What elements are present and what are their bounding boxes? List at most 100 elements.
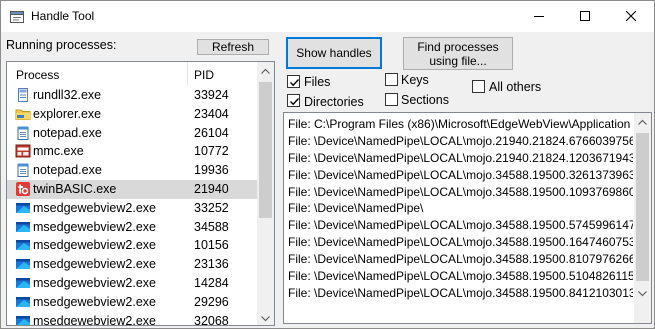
edge-webview-icon	[16, 259, 30, 270]
checkmark-icon	[290, 98, 300, 106]
process-pid: 29296	[194, 294, 229, 309]
directories-label: Directories	[304, 95, 364, 109]
handle-line[interactable]: File: \Device\NamedPipe\LOCAL\mojo.34588…	[288, 268, 633, 285]
edge-webview-icon	[16, 202, 30, 213]
maximize-button[interactable]	[562, 1, 608, 32]
close-icon	[626, 11, 636, 21]
find-processes-button[interactable]: Find processes using file...	[403, 37, 513, 70]
find-processes-label-line1: Find processes	[417, 40, 499, 54]
process-name: msedgewebview2.exe	[33, 238, 156, 253]
process-name: msedgewebview2.exe	[33, 200, 156, 215]
all-others-label: All others	[489, 80, 542, 94]
process-row[interactable]: msedgewebview2.exe 29296	[7, 293, 257, 312]
process-name: rundll32.exe	[33, 88, 102, 102]
process-name: msedgewebview2.exe	[33, 294, 156, 309]
process-pid: 10156	[194, 238, 229, 253]
edge-webview-icon	[16, 277, 30, 288]
title-bar[interactable]: Handle Tool	[1, 1, 654, 32]
files-checkbox[interactable]	[287, 75, 300, 88]
handle-line[interactable]: File: \Device\NamedPipe\LOCAL\mojo.34588…	[288, 184, 633, 201]
close-button[interactable]	[608, 1, 654, 32]
directories-checkbox[interactable]	[287, 94, 300, 107]
process-pid: 14284	[194, 275, 229, 290]
handle-tool-window: Handle Tool Running processes: Refresh P…	[0, 0, 655, 329]
process-list-scrollbar[interactable]	[257, 62, 274, 325]
column-header: Process PID	[7, 62, 257, 86]
handle-lines: File: C:\Program Files (x86)\Microsoft\E…	[288, 116, 633, 302]
process-pid: 33252	[194, 200, 229, 215]
handle-line[interactable]: File: \Device\NamedPipe\	[288, 200, 633, 217]
running-processes-label: Running processes:	[6, 38, 117, 52]
process-name: explorer.exe	[33, 106, 102, 121]
minimize-icon	[534, 16, 544, 17]
all-others-checkbox[interactable]	[472, 80, 485, 93]
handle-line[interactable]: File: \Device\NamedPipe\LOCAL\mojo.34588…	[288, 285, 633, 302]
sections-checkbox[interactable]	[385, 93, 398, 106]
process-list[interactable]: Process PID rundll32.exe 33924 explorer.ex…	[6, 61, 275, 326]
process-name: msedgewebview2.exe	[33, 257, 156, 272]
process-pid: 23136	[194, 257, 229, 272]
edge-webview-icon	[16, 221, 30, 232]
handle-line[interactable]: File: \Device\NamedPipe\LOCAL\mojo.34588…	[288, 217, 633, 234]
process-name: notepad.exe	[33, 125, 102, 140]
handle-line[interactable]: File: \Device\NamedPipe\LOCAL\mojo.21940…	[288, 133, 633, 150]
process-pid: 19936	[194, 163, 229, 178]
process-row[interactable]: twinBASIC.exe 21940	[7, 179, 257, 199]
process-pid: 34588	[194, 219, 229, 234]
scroll-down-icon[interactable]	[638, 289, 647, 298]
process-row[interactable]: mmc.exe 10772	[7, 142, 257, 161]
process-pid: 23404	[194, 106, 229, 121]
handle-line[interactable]: File: \Device\NamedPipe\LOCAL\mojo.21940…	[288, 150, 633, 167]
handle-line[interactable]: File: \Device\NamedPipe\LOCAL\mojo.34588…	[288, 234, 633, 251]
handle-line[interactable]: File: \Device\NamedPipe\LOCAL\mojo.34588…	[288, 251, 633, 268]
file-icon	[18, 88, 28, 102]
edge-webview-icon	[16, 315, 30, 325]
find-processes-label-line2: using file...	[429, 54, 487, 68]
process-pid: 21940	[194, 181, 229, 196]
checkmark-icon	[290, 79, 300, 87]
handles-list[interactable]: File: C:\Program Files (x86)\Microsoft\E…	[283, 112, 652, 324]
keys-checkbox[interactable]	[385, 73, 398, 86]
handle-line[interactable]: File: C:\Program Files (x86)\Microsoft\E…	[288, 116, 633, 133]
column-header-pid[interactable]: PID	[194, 68, 214, 82]
process-row[interactable]: rundll32.exe 33924	[7, 86, 257, 105]
process-name: notepad.exe	[33, 163, 102, 178]
process-row[interactable]: notepad.exe 19936	[7, 161, 257, 180]
files-label: Files	[304, 75, 331, 89]
scroll-down-icon[interactable]	[261, 314, 270, 323]
column-header-process[interactable]: Process	[16, 68, 59, 82]
process-row[interactable]: msedgewebview2.exe 34588	[7, 218, 257, 237]
process-row[interactable]: explorer.exe 23404	[7, 105, 257, 124]
process-row[interactable]: msedgewebview2.exe 10156	[7, 236, 257, 255]
process-name: mmc.exe	[33, 144, 84, 159]
scroll-up-icon[interactable]	[638, 118, 647, 127]
scroll-thumb[interactable]	[259, 82, 272, 218]
twinbasic-icon	[16, 181, 30, 196]
notepad-icon	[17, 163, 29, 178]
folder-icon	[15, 109, 31, 120]
refresh-button[interactable]: Refresh	[197, 39, 269, 55]
handle-line[interactable]: File: \Device\NamedPipe\LOCAL\mojo.34588…	[288, 167, 633, 184]
show-handles-button[interactable]: Show handles	[286, 37, 382, 69]
keys-label: Keys	[401, 73, 429, 87]
notepad-icon	[17, 126, 29, 140]
process-row[interactable]: msedgewebview2.exe 23136	[7, 255, 257, 274]
handles-scrollbar[interactable]	[634, 113, 651, 323]
mmc-icon	[15, 144, 31, 158]
process-pid: 33924	[194, 88, 229, 102]
app-icon	[10, 11, 24, 23]
process-name: msedgewebview2.exe	[33, 275, 156, 290]
process-pid: 10772	[194, 144, 229, 159]
minimize-button[interactable]	[516, 1, 562, 32]
edge-webview-icon	[16, 240, 30, 251]
process-pid: 32068	[194, 313, 229, 326]
process-row[interactable]: msedgewebview2.exe 14284	[7, 274, 257, 293]
column-divider[interactable]	[187, 62, 188, 86]
scroll-thumb[interactable]	[636, 133, 649, 281]
process-row[interactable]: notepad.exe 26104	[7, 124, 257, 143]
process-name: msedgewebview2.exe	[33, 313, 156, 326]
process-row[interactable]: msedgewebview2.exe 33252	[7, 199, 257, 218]
scroll-up-icon[interactable]	[261, 67, 270, 76]
sections-label: Sections	[401, 93, 449, 107]
process-row[interactable]: msedgewebview2.exe 32068	[7, 312, 257, 326]
